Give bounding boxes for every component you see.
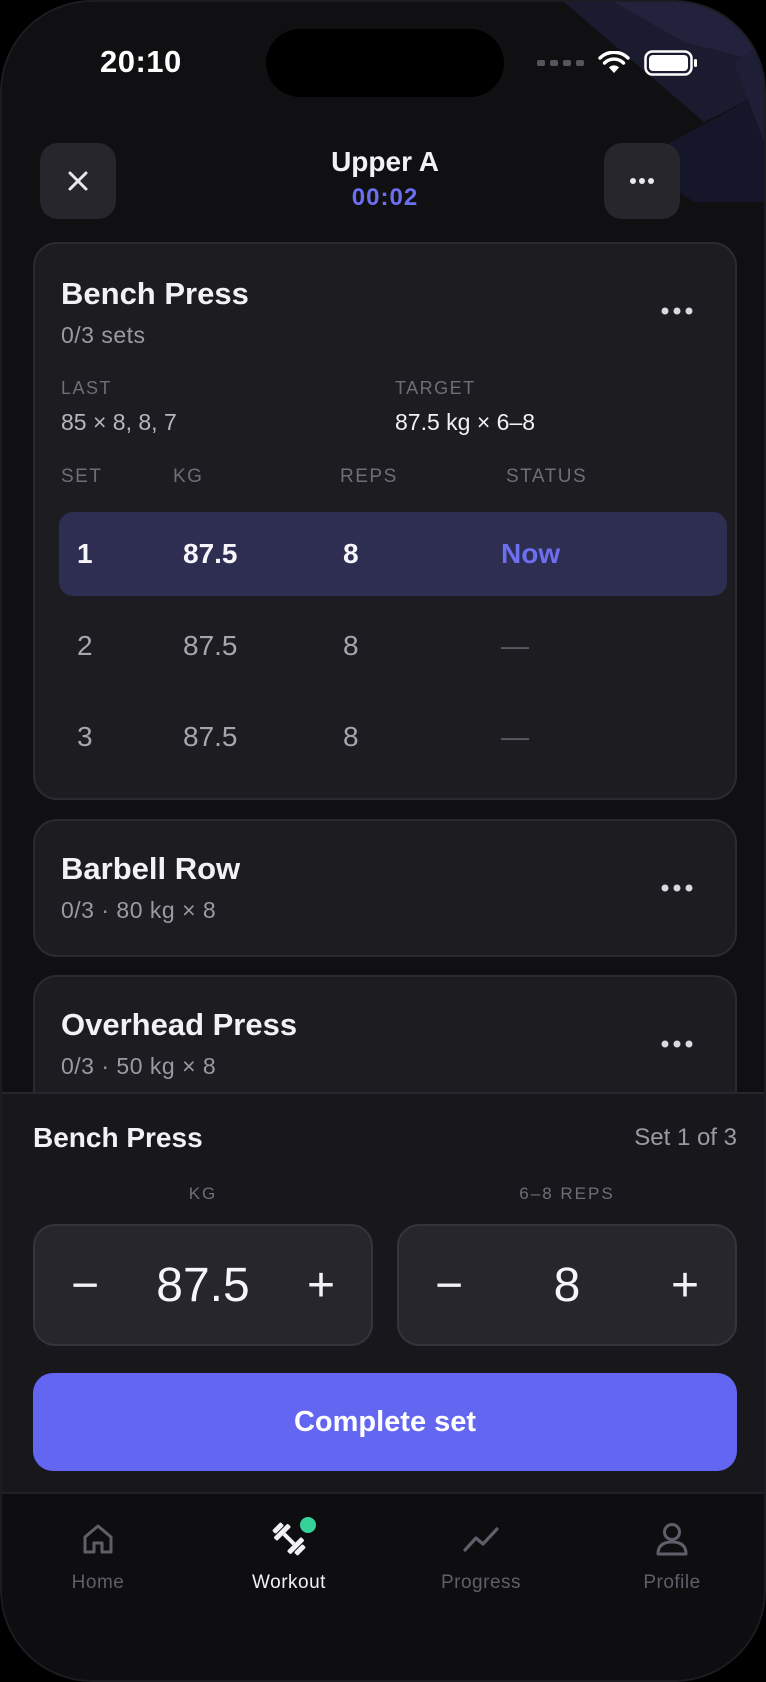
user-icon: [656, 1523, 688, 1556]
more-icon: [661, 884, 693, 892]
wifi-icon: [598, 51, 630, 73]
set-number: 2: [77, 630, 93, 661]
set-reps: 8: [343, 630, 359, 661]
sheet-exercise-name: Bench Press: [33, 1122, 203, 1153]
set-row[interactable]: 3 87.5 8 —: [59, 695, 727, 779]
chart-line-icon: [463, 1527, 499, 1552]
exercise-menu-button[interactable]: [655, 1029, 699, 1059]
more-icon: [661, 1040, 693, 1048]
column-header-set: SET: [61, 466, 103, 487]
set-status: —: [501, 721, 529, 752]
exercise-progress: 0/3 sets: [61, 322, 146, 348]
home-icon: [83, 1524, 113, 1554]
exercise-name: Barbell Row: [61, 851, 241, 886]
column-header-reps: REPS: [340, 466, 398, 487]
tab-label: Home: [71, 1572, 125, 1593]
phone-screen: 20:10 Upper A 00:02 Bench Press 0/3 sets: [0, 0, 766, 1682]
set-status: Now: [501, 538, 561, 569]
target-value: 87.5 kg × 6–8: [395, 409, 536, 435]
set-logger-sheet: Bench Press Set 1 of 3 KG − 87.5 + 6–8 R…: [2, 1092, 764, 1492]
exercise-summary: 0/3 · 80 kg × 8: [61, 897, 217, 923]
set-kg: 87.5: [183, 721, 238, 752]
status-icons: [537, 50, 698, 76]
kg-label: KG: [188, 1184, 218, 1203]
tab-progress[interactable]: Progress: [396, 1514, 566, 1594]
dynamic-island: [266, 29, 504, 97]
set-kg: 87.5: [183, 630, 238, 661]
active-workout-badge: [300, 1517, 316, 1533]
exercise-summary: 0/3 · 50 kg × 8: [61, 1053, 217, 1079]
tab-label: Profile: [643, 1572, 701, 1593]
exercise-name: Bench Press: [61, 276, 249, 311]
exercise-menu-button[interactable]: [655, 873, 699, 903]
reps-stepper: − 8 +: [397, 1224, 737, 1346]
reps-label: 6–8 REPS: [519, 1184, 615, 1203]
set-number: 3: [77, 721, 93, 752]
set-status: —: [501, 630, 529, 661]
tab-workout[interactable]: Workout: [204, 1514, 374, 1594]
battery-icon: [644, 50, 697, 76]
kg-increment-button[interactable]: +: [293, 1257, 349, 1313]
exercise-menu-button[interactable]: [655, 296, 699, 326]
tab-label: Progress: [440, 1572, 522, 1593]
tab-home[interactable]: Home: [13, 1514, 183, 1594]
exercise-card-bench-press[interactable]: Bench Press 0/3 sets LAST 85 × 8, 8, 7 T…: [33, 242, 737, 800]
exercise-name: Overhead Press: [61, 1007, 298, 1042]
set-reps: 8: [343, 721, 359, 752]
set-reps: 8: [343, 538, 359, 569]
complete-set-button[interactable]: Complete set: [33, 1373, 737, 1471]
set-row-active[interactable]: 1 87.5 8 Now: [59, 512, 727, 596]
column-header-kg: KG: [173, 466, 204, 487]
last-value: 85 × 8, 8, 7: [61, 409, 177, 435]
set-row[interactable]: 2 87.5 8 —: [59, 604, 727, 688]
set-number: 1: [77, 538, 93, 569]
tab-label: Workout: [252, 1572, 326, 1593]
last-label: LAST: [61, 378, 113, 398]
reps-increment-button[interactable]: +: [657, 1257, 713, 1313]
target-label: TARGET: [395, 378, 476, 398]
more-icon: [630, 178, 654, 184]
workout-menu-button[interactable]: [604, 143, 680, 219]
cellular-signal-icon: [537, 60, 584, 66]
kg-stepper: − 87.5 +: [33, 1224, 373, 1346]
set-indicator: Set 1 of 3: [634, 1124, 737, 1151]
tab-profile[interactable]: Profile: [587, 1514, 757, 1594]
tab-bar: Home Workout Progress Profile: [2, 1492, 764, 1680]
more-icon: [661, 307, 693, 315]
exercise-card-barbell-row[interactable]: Barbell Row 0/3 · 80 kg × 8: [33, 819, 737, 957]
column-header-status: STATUS: [506, 466, 588, 487]
status-time: 20:10: [100, 44, 182, 79]
set-kg: 87.5: [183, 538, 238, 569]
